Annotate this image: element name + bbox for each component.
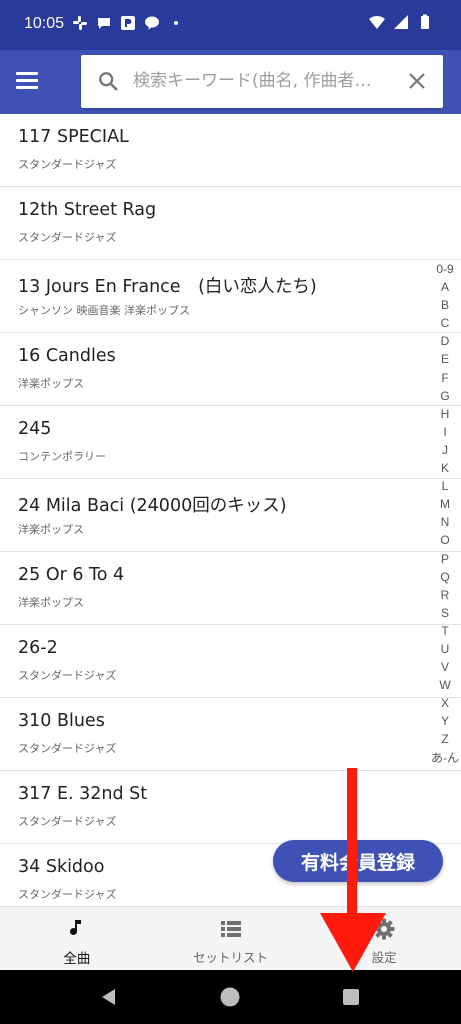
index-letter[interactable]: T bbox=[441, 622, 448, 640]
index-letter[interactable]: M bbox=[440, 495, 450, 513]
system-status-icons bbox=[369, 14, 433, 30]
index-letter[interactable]: U bbox=[441, 640, 450, 658]
recents-icon[interactable] bbox=[340, 986, 362, 1008]
list-item[interactable]: 310 Blues スタンダードジャズ bbox=[0, 698, 461, 771]
list-item[interactable]: 13 Jours En France (白い恋人たち) シャンソン 映画音楽 洋… bbox=[0, 260, 461, 333]
signal-icon bbox=[394, 15, 408, 29]
search-input[interactable] bbox=[133, 65, 393, 97]
index-letter[interactable]: H bbox=[441, 405, 450, 423]
list-item[interactable]: 24 Mila Baci (24000回のキッス) 洋楽ポップス bbox=[0, 479, 461, 552]
song-title: 317 E. 32nd St bbox=[18, 784, 148, 804]
song-genre: スタンダードジャズ bbox=[18, 231, 117, 244]
list-item[interactable]: 16 Candles 洋楽ポップス bbox=[0, 333, 461, 406]
android-navigation-bar bbox=[0, 970, 461, 1024]
song-title: 34 Skidoo bbox=[18, 857, 105, 877]
tab-setlist[interactable]: セットリスト bbox=[154, 907, 308, 970]
app-header bbox=[0, 50, 461, 114]
list-item[interactable]: 117 SPECIAL スタンダードジャズ bbox=[0, 114, 461, 187]
music-note-icon bbox=[69, 920, 81, 936]
menu-button[interactable] bbox=[16, 68, 46, 96]
song-title: 26-2 bbox=[18, 638, 58, 658]
index-letter[interactable]: X bbox=[441, 694, 449, 712]
home-icon[interactable] bbox=[219, 986, 241, 1008]
status-bar: 10:05 bbox=[0, 0, 461, 50]
tab-all-songs[interactable]: 全曲 bbox=[0, 907, 154, 970]
list-icon bbox=[220, 921, 241, 937]
list-item[interactable]: 317 E. 32nd St スタンダードジャズ bbox=[0, 771, 461, 844]
hamburger-line bbox=[16, 79, 38, 82]
index-letter[interactable]: N bbox=[441, 513, 450, 531]
index-letter[interactable]: 0-9 bbox=[436, 260, 453, 278]
back-icon[interactable] bbox=[98, 986, 120, 1008]
index-letter[interactable]: W bbox=[439, 676, 450, 694]
tab-label: 全曲 bbox=[63, 951, 91, 967]
index-letter[interactable]: J bbox=[442, 441, 448, 459]
song-genre: コンテンポラリー bbox=[18, 450, 106, 463]
index-letter[interactable]: あ-ん bbox=[431, 749, 459, 767]
status-time: 10:05 bbox=[24, 15, 65, 32]
index-letter[interactable]: O bbox=[440, 531, 449, 549]
index-letter[interactable]: L bbox=[442, 477, 449, 495]
notification-icons bbox=[72, 15, 184, 31]
list-item[interactable]: 245 コンテンポラリー bbox=[0, 406, 461, 479]
search-box[interactable] bbox=[81, 55, 443, 108]
list-item[interactable]: 12th Street Rag スタンダードジャズ bbox=[0, 187, 461, 260]
song-title: 12th Street Rag bbox=[18, 200, 157, 220]
index-letter[interactable]: D bbox=[441, 332, 450, 350]
slack-icon bbox=[73, 16, 87, 30]
hamburger-line bbox=[16, 86, 38, 89]
chat-bubble-icon bbox=[98, 18, 110, 29]
index-letter[interactable]: P bbox=[441, 550, 449, 568]
song-title: 245 bbox=[18, 419, 52, 439]
index-letter[interactable]: S bbox=[441, 604, 449, 622]
index-letter[interactable]: Q bbox=[440, 568, 449, 586]
hamburger-line bbox=[16, 72, 38, 75]
index-letter[interactable]: A bbox=[441, 278, 449, 296]
index-letter[interactable]: Z bbox=[441, 730, 448, 748]
song-genre: スタンダードジャズ bbox=[18, 669, 117, 682]
list-item[interactable]: 25 Or 6 To 4 洋楽ポップス bbox=[0, 552, 461, 625]
index-letter[interactable]: R bbox=[441, 586, 450, 604]
song-title: 24 Mila Baci (24000回のキッス) bbox=[18, 496, 287, 516]
index-letter[interactable]: I bbox=[443, 423, 446, 441]
index-letter[interactable]: Y bbox=[441, 712, 449, 730]
index-letter[interactable]: K bbox=[441, 459, 449, 477]
song-genre: スタンダードジャズ bbox=[18, 742, 117, 755]
search-icon bbox=[99, 72, 118, 91]
list-item[interactable]: 26-2 スタンダードジャズ bbox=[0, 625, 461, 698]
song-title: 25 Or 6 To 4 bbox=[18, 565, 125, 585]
index-letter[interactable]: F bbox=[441, 369, 448, 387]
song-genre: 洋楽ポップス bbox=[18, 377, 84, 390]
down-arrow-annotation bbox=[320, 768, 386, 972]
alphabet-index[interactable]: 0-9 A B C D E F G H I J K L M N O P Q R … bbox=[431, 260, 459, 767]
song-list: 117 SPECIAL スタンダードジャズ 12th Street Rag スタ… bbox=[0, 114, 461, 906]
wifi-icon bbox=[369, 15, 385, 29]
index-letter[interactable]: C bbox=[441, 314, 450, 332]
app-p-icon bbox=[121, 16, 135, 30]
song-genre: スタンダードジャズ bbox=[18, 815, 117, 828]
bottom-navigation: 全曲 セットリスト 設定 bbox=[0, 906, 461, 970]
song-title: 13 Jours En France (白い恋人たち) bbox=[18, 277, 317, 297]
song-genre: スタンダードジャズ bbox=[18, 158, 117, 171]
close-icon[interactable] bbox=[405, 69, 429, 93]
song-genre: シャンソン 映画音楽 洋楽ポップス bbox=[18, 304, 190, 317]
tab-label: セットリスト bbox=[193, 950, 269, 965]
song-genre: 洋楽ポップス bbox=[18, 596, 84, 609]
song-genre: スタンダードジャズ bbox=[18, 888, 117, 901]
song-title: 310 Blues bbox=[18, 711, 105, 731]
song-genre: 洋楽ポップス bbox=[18, 523, 84, 536]
battery-icon bbox=[421, 14, 429, 29]
song-title: 117 SPECIAL bbox=[18, 127, 129, 147]
index-letter[interactable]: G bbox=[440, 387, 449, 405]
song-title: 16 Candles bbox=[18, 346, 116, 366]
index-letter[interactable]: E bbox=[441, 350, 449, 368]
index-letter[interactable]: B bbox=[441, 296, 449, 314]
line-icon bbox=[145, 16, 159, 30]
index-letter[interactable]: V bbox=[441, 658, 449, 676]
more-dot-icon bbox=[174, 21, 178, 25]
